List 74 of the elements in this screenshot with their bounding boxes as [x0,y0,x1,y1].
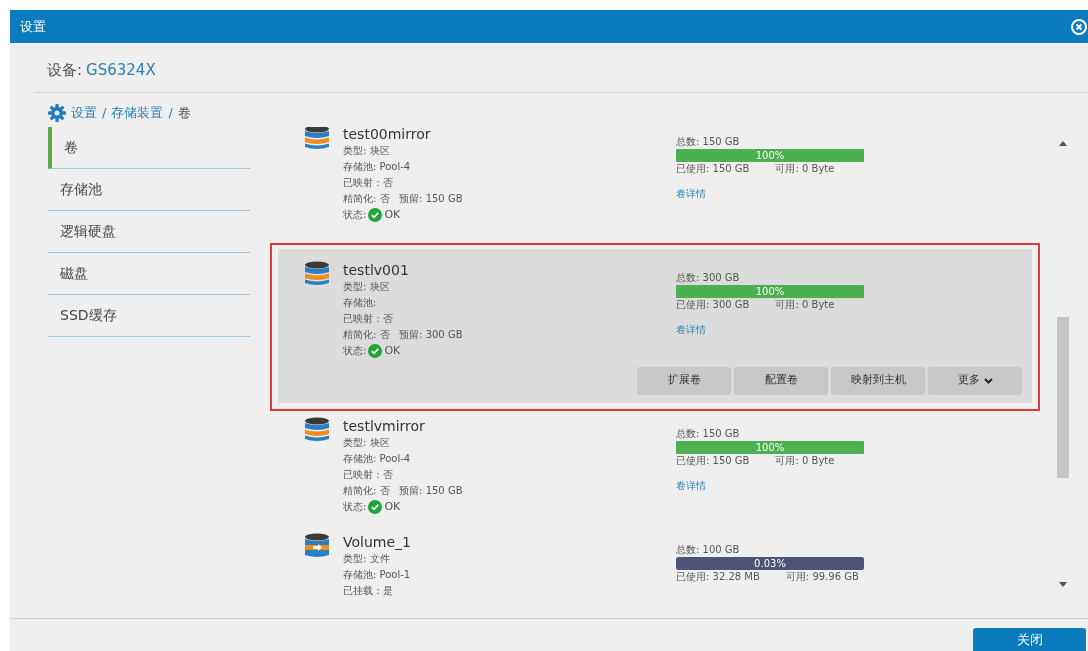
usage-percent: 100% [754,284,786,298]
volume-detail: 已映射 : 否 [343,311,394,326]
volume-detail: 类型: 文件 [343,551,391,566]
check-circle-icon [368,499,383,514]
usage-percent: 100% [754,440,786,454]
status-value: OK [384,206,401,223]
database-icon [304,260,330,287]
breadcrumb-link[interactable]: 设置 [71,102,97,123]
status-label: 状态: [343,343,367,358]
breadcrumb-separator: / [102,103,107,122]
free-capacity: 可用: 0 Byte [775,161,835,176]
free-capacity: 可用: 0 Byte [775,453,835,468]
database-arrow-icon [304,532,330,559]
volume-detail: 存储池: Pool-1 [343,567,411,582]
volume-detail: 精简化: 否 预留: 150 GB [343,483,463,498]
volume-detail: 精简化: 否 预留: 300 GB [343,327,463,342]
volume-detail: 类型: 块区 [343,279,391,294]
sidebar-item[interactable]: SSD缓存 [48,294,250,337]
volume-detail: 已映射 : 否 [343,467,394,482]
volume-detail: 存储池: Pool-4 [343,451,412,466]
volume-detail: 类型: 块区 [343,143,391,158]
volume-detail: 已挂载 : 是 [343,583,394,598]
volume-name: Volume_1 [343,532,411,551]
action-button[interactable]: 更多 [928,366,1022,395]
total-capacity: 总数: 100 GB [676,542,741,557]
usage-percent: 0.03% [753,556,787,570]
breadcrumb-separator: / [168,103,173,122]
volume-detail: 类型: 块区 [343,435,391,450]
sidebar-item[interactable]: 存储池 [48,168,250,211]
volume-details-link[interactable]: 卷详情 [676,477,706,493]
volume-detail: 存储池: Pool-4 [343,159,412,174]
volume-name: test00mirror [343,126,432,143]
status-value: OK [384,342,401,359]
volume-detail: 已映射 : 否 [343,175,394,190]
sidebar-item[interactable]: 卷 [48,126,250,169]
device-label: 设备: [47,60,83,81]
close-icon[interactable] [1071,18,1087,35]
close-button[interactable]: 关闭 [973,628,1086,651]
check-circle-icon [368,343,383,358]
scroll-up-icon[interactable] [1059,140,1067,146]
used-capacity: 已使用: 150 GB [676,161,750,176]
database-icon [304,126,330,151]
free-capacity: 可用: 99.96 GB [785,569,859,584]
chevron-down-icon [983,377,993,384]
window-title: 设置 [20,17,46,36]
total-capacity: 总数: 150 GB [676,426,741,441]
used-capacity: 已使用: 32.28 MB [676,569,760,584]
volume-detail: 存储池: [343,295,378,310]
breadcrumb-link[interactable]: 存储装置 [111,102,164,123]
scroll-down-icon[interactable] [1059,581,1067,587]
gear-icon [47,102,67,123]
volume-details-link[interactable]: 卷详情 [676,185,706,201]
total-capacity: 总数: 300 GB [676,270,741,285]
scrollbar-thumb[interactable] [1057,316,1069,478]
sidebar-item[interactable]: 逻辑硬盘 [48,210,250,253]
status-value: OK [384,498,401,515]
database-icon [304,416,330,443]
sidebar-item[interactable]: 磁盘 [48,252,250,295]
usage-percent: 100% [754,148,786,162]
volume-detail: 精简化: 否 预留: 150 GB [343,191,463,206]
used-capacity: 已使用: 300 GB [676,297,750,312]
check-circle-icon [368,207,383,222]
free-capacity: 可用: 0 Byte [775,297,835,312]
status-label: 状态: [343,499,367,514]
total-capacity: 总数: 150 GB [676,134,741,149]
action-button[interactable]: 映射到主机 [831,366,925,395]
device-name: GS6324X [86,60,156,81]
action-button[interactable]: 配置卷 [734,366,828,395]
volume-name: testlv001 [343,260,410,279]
volume-name: testlvmirror [343,416,426,435]
status-label: 状态: [343,207,367,222]
action-button[interactable]: 扩展卷 [637,366,731,395]
volume-card[interactable]: testlv001 类型: 块区 存储池: 已映射 : 否 精简化: 否 预留: 300 GB 状态: OK 总数: 300 GB 100% 已使用: 300 GB 可用: 0 Byte 卷详情 扩展卷 配置卷 映射到主机 更多 [278,248,1032,403]
used-capacity: 已使用: 150 GB [676,453,750,468]
